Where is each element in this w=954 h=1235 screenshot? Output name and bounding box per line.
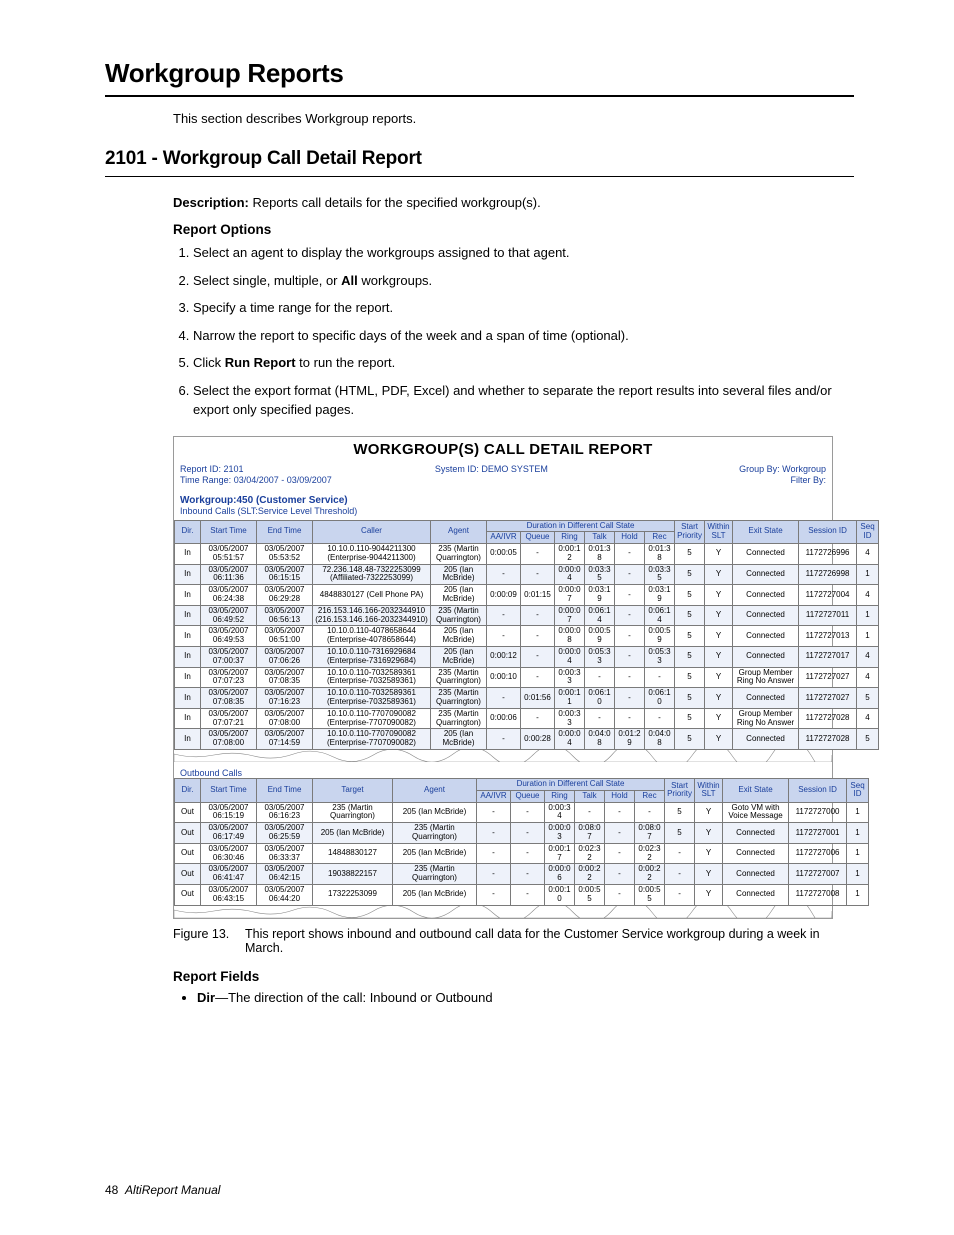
option-item: Narrow the report to specific days of th… <box>193 326 854 346</box>
report-options-list: Select an agent to display the workgroup… <box>173 243 854 420</box>
description-text: Reports call details for the specified w… <box>249 195 541 210</box>
section-rule <box>105 176 854 177</box>
field-name: Dir <box>197 990 215 1005</box>
report-screenshot: WORKGROUP(S) CALL DETAIL REPORT Report I… <box>173 436 833 919</box>
page-footer: 48 AltiReport Manual <box>105 1183 220 1197</box>
report-title: WORKGROUP(S) CALL DETAIL REPORT <box>174 437 832 462</box>
inbound-table: Dir. Start Time End Time Caller Agent Du… <box>174 520 879 751</box>
table-row: In03/05/2007 06:49:5303/05/2007 06:51:00… <box>175 626 879 647</box>
table-row: Out03/05/2007 06:15:1903/05/2007 06:16:2… <box>175 802 869 823</box>
table-row: Out03/05/2007 06:43:1503/05/2007 06:44:2… <box>175 885 869 906</box>
intro-text: This section describes Workgroup reports… <box>173 111 854 126</box>
table-row: In03/05/2007 07:08:3503/05/2007 07:16:23… <box>175 688 879 709</box>
option-item: Click Run Report to run the report. <box>193 353 854 373</box>
group-by: Group By: Workgroup <box>739 464 826 474</box>
inbound-label: Inbound Calls (SLT:Service Level Thresho… <box>174 506 832 520</box>
workgroup-name: Workgroup:450 (Customer Service) <box>174 493 832 506</box>
table-row: In03/05/2007 07:00:3703/05/2007 07:06:26… <box>175 647 879 668</box>
option-item: Select an agent to display the workgroup… <box>193 243 854 263</box>
report-fields-heading: Report Fields <box>173 969 854 984</box>
table-row: Out03/05/2007 06:17:4903/05/2007 06:25:5… <box>175 823 869 844</box>
figure-caption: Figure 13. This report shows inbound and… <box>173 927 854 955</box>
field-desc: —The direction of the call: Inbound or O… <box>215 990 493 1005</box>
torn-edge-icon <box>174 906 832 918</box>
figure-text: This report shows inbound and outbound c… <box>245 927 854 955</box>
title-rule <box>105 95 854 97</box>
outbound-table: Dir. Start Time End Time Target Agent Du… <box>174 778 869 906</box>
section-heading: 2101 - Workgroup Call Detail Report <box>105 148 854 170</box>
page-number: 48 <box>105 1183 118 1197</box>
report-options-heading: Report Options <box>173 222 854 237</box>
table-row: In03/05/2007 07:07:2303/05/2007 07:08:35… <box>175 667 879 688</box>
table-row: In03/05/2007 07:07:2103/05/2007 07:08:00… <box>175 708 879 729</box>
option-item: Select the export format (HTML, PDF, Exc… <box>193 381 854 420</box>
footer-title: AltiReport Manual <box>125 1183 220 1197</box>
torn-edge-icon <box>174 750 832 762</box>
table-row: In03/05/2007 05:51:5703/05/2007 05:53:52… <box>175 544 879 565</box>
report-fields-list: Dir—The direction of the call: Inbound o… <box>179 990 854 1005</box>
table-row: Out03/05/2007 06:41:4703/05/2007 06:42:1… <box>175 864 869 885</box>
description: Description: Reports call details for th… <box>173 195 854 210</box>
table-row: In03/05/2007 06:49:5203/05/2007 06:56:13… <box>175 605 879 626</box>
page-title: Workgroup Reports <box>105 58 854 89</box>
system-id: System ID: DEMO SYSTEM <box>435 464 548 474</box>
option-item: Select single, multiple, or All workgrou… <box>193 271 854 291</box>
table-row: In03/05/2007 06:11:3603/05/2007 06:15:15… <box>175 564 879 585</box>
field-item: Dir—The direction of the call: Inbound o… <box>197 990 854 1005</box>
table-row: Out03/05/2007 06:30:4603/05/2007 06:33:3… <box>175 843 869 864</box>
outbound-label: Outbound Calls <box>174 762 832 778</box>
report-id: Report ID: 2101 <box>180 464 244 474</box>
description-label: Description: <box>173 195 249 210</box>
time-range: Time Range: 03/04/2007 - 03/09/2007 <box>180 475 332 485</box>
option-item: Specify a time range for the report. <box>193 298 854 318</box>
figure-label: Figure 13. <box>173 927 245 955</box>
table-row: In03/05/2007 07:08:0003/05/2007 07:14:59… <box>175 729 879 750</box>
table-row: In03/05/2007 06:24:3803/05/2007 06:29:28… <box>175 585 879 606</box>
filter-by: Filter By: <box>790 475 826 485</box>
